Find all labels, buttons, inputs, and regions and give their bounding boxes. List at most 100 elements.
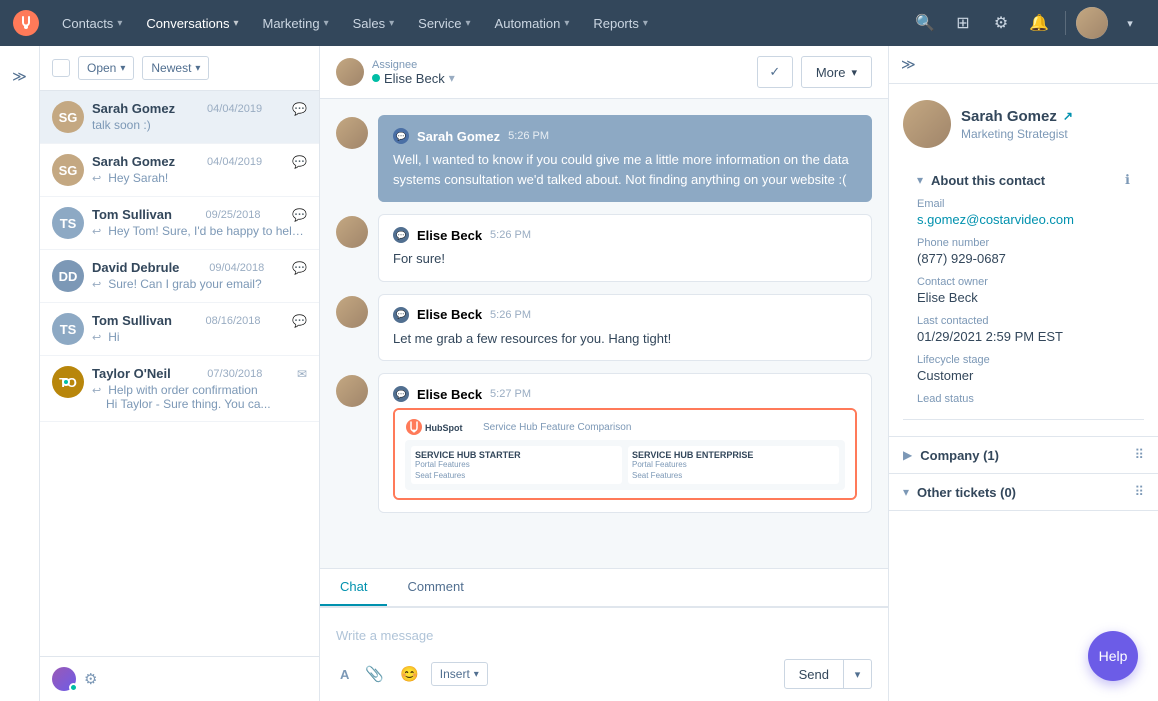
help-button[interactable]: Help: [1088, 631, 1138, 681]
notifications-icon[interactable]: 🔔: [1023, 7, 1055, 39]
more-chevron-icon: ▾: [851, 66, 857, 79]
conversation-tabs: Chat Comment: [320, 568, 888, 607]
email-label: Email: [917, 198, 1130, 210]
lifecycle-label: Lifecycle stage: [917, 354, 1130, 366]
bottom-settings-bar: ⚙: [40, 656, 319, 701]
message-avatar-elise-2: [336, 296, 368, 328]
sidebar-toggle-panel: ≫: [0, 46, 40, 701]
conv-snippet: Hey Tom! Sure, I'd be happy to help you …: [108, 224, 307, 238]
reply-icon: ↩: [92, 278, 101, 291]
newest-filter-button[interactable]: Newest ▾: [142, 56, 209, 80]
tab-comment[interactable]: Comment: [387, 569, 483, 606]
check-button[interactable]: ✓: [757, 56, 793, 88]
open-filter-button[interactable]: Open ▾: [78, 56, 134, 80]
msg-sender-elise-1: Elise Beck: [417, 228, 482, 243]
conv-item-sarah-2[interactable]: SG Sarah Gomez 04/04/2019 💬 ↩ Hey Sarah!: [40, 144, 319, 197]
conv-item-sarah-1[interactable]: SG Sarah Gomez 04/04/2019 💬 talk soon :): [40, 91, 319, 144]
send-button-group: Send ▾: [784, 659, 872, 689]
nav-contacts[interactable]: Contacts ▾: [52, 12, 132, 35]
conv-avatar: DD: [52, 260, 84, 292]
msg-sender-sarah: Sarah Gomez: [417, 129, 500, 144]
conv-snippet-2: Hi Taylor - Sure thing. You ca...: [92, 397, 307, 411]
conv-name: Tom Sullivan: [92, 313, 172, 328]
nav-reports[interactable]: Reports ▾: [583, 12, 658, 35]
about-section-title: About this contact: [931, 173, 1117, 188]
nav-action-icons: 🔍 ⊞ ⚙ 🔔 ▾: [909, 7, 1146, 39]
nav-service[interactable]: Service ▾: [408, 12, 480, 35]
nav-marketing[interactable]: Marketing ▾: [252, 12, 338, 35]
card-enterprise-col: Seat Features: [632, 471, 835, 480]
conv-item-tom-2[interactable]: TS Tom Sullivan 08/16/2018 💬 ↩ Hi: [40, 303, 319, 356]
tab-chat[interactable]: Chat: [320, 569, 387, 606]
conv-item-taylor[interactable]: TO Taylor O'Neil 07/30/2018 ✉ ↩ Help wit…: [40, 356, 319, 422]
conv-list-header: Open ▾ Newest ▾: [40, 46, 319, 91]
contact-name[interactable]: Sarah Gomez ↗: [961, 108, 1073, 125]
assignee-name-value[interactable]: Elise Beck ▾: [372, 71, 455, 86]
conv-name: Taylor O'Neil: [92, 366, 171, 381]
email-detail: Email s.gomez@costarvideo.com: [917, 198, 1130, 227]
phone-label: Phone number: [917, 237, 1130, 249]
conversations-list-panel: Open ▾ Newest ▾ SG Sarah Gomez 04/04/201…: [40, 46, 320, 701]
collapse-sidebar-button[interactable]: ≫: [6, 62, 34, 90]
compose-input[interactable]: Write a message: [336, 620, 872, 651]
right-panel-toggle: ≫: [889, 46, 1158, 84]
company-chevron-right-icon: ▶: [903, 448, 912, 462]
conv-date: 08/16/2018: [205, 315, 260, 327]
conversation-header: Assignee Elise Beck ▾ ✓ More ▾: [320, 46, 888, 99]
conv-item-david[interactable]: DD David Debrule 09/04/2018 💬 ↩ Sure! Ca…: [40, 250, 319, 303]
about-section-header[interactable]: ▾ About this contact ℹ: [903, 162, 1144, 198]
message-bubble-sarah: 💬 Sarah Gomez 5:26 PM Well, I wanted to …: [378, 115, 872, 202]
marketplace-icon[interactable]: ⊞: [947, 7, 979, 39]
attachment-icon[interactable]: 📎: [361, 661, 388, 687]
emoji-icon[interactable]: 😊: [396, 661, 423, 687]
external-link-icon[interactable]: ↗: [1063, 109, 1073, 123]
message-bubble-elise-2: 💬 Elise Beck 5:26 PM Let me grab a few r…: [378, 294, 872, 362]
hubspot-logo[interactable]: [12, 9, 40, 37]
msg-text-1: Well, I wanted to know if you could give…: [393, 150, 857, 189]
expand-right-panel-icon[interactable]: ≫: [901, 56, 916, 73]
conv-name: Sarah Gomez: [92, 101, 175, 116]
conv-item-tom-1[interactable]: TS Tom Sullivan 09/25/2018 💬 ↩ Hey Tom! …: [40, 197, 319, 250]
settings-gear-icon[interactable]: ⚙: [84, 670, 97, 688]
other-tickets-section-header[interactable]: ▾ Other tickets (0) ⠿: [889, 474, 1158, 510]
lifecycle-detail: Lifecycle stage Customer: [917, 354, 1130, 383]
nav-automation[interactable]: Automation ▾: [485, 12, 580, 35]
insert-button[interactable]: Insert ▾: [431, 662, 488, 686]
email-value[interactable]: s.gomez@costarvideo.com: [917, 212, 1130, 227]
settings-icon[interactable]: ⚙: [985, 7, 1017, 39]
msg-time-2: 5:26 PM: [490, 229, 531, 241]
about-info-icon[interactable]: ℹ: [1125, 172, 1130, 188]
lead-status-label: Lead status: [917, 393, 1130, 405]
tickets-section-title: Other tickets (0): [917, 485, 1126, 500]
conv-name: Tom Sullivan: [92, 207, 172, 222]
automation-chevron-icon: ▾: [564, 18, 569, 29]
online-status-dot: [62, 378, 70, 386]
msg-time-3: 5:26 PM: [490, 309, 531, 321]
send-dropdown-button[interactable]: ▾: [844, 659, 872, 689]
assignee-dropdown-icon: ▾: [449, 71, 455, 85]
company-section-header[interactable]: ▶ Company (1) ⠿: [889, 437, 1158, 473]
bold-text-icon[interactable]: A: [336, 663, 353, 686]
nav-conversations[interactable]: Conversations ▾: [136, 12, 248, 35]
select-all-checkbox[interactable]: [52, 59, 70, 77]
conv-comment-icon: 💬: [292, 155, 307, 169]
reports-chevron-icon: ▾: [643, 18, 648, 29]
assignee-section: Assignee Elise Beck ▾: [336, 58, 455, 86]
send-button[interactable]: Send: [784, 659, 844, 689]
message-avatar-elise-1: [336, 216, 368, 248]
conv-avatar: TS: [52, 313, 84, 345]
conv-comment-icon: 💬: [292, 208, 307, 222]
reply-icon: ↩: [92, 172, 101, 185]
conversation-detail-panel: Assignee Elise Beck ▾ ✓ More ▾: [320, 46, 888, 701]
account-chevron-icon[interactable]: ▾: [1114, 7, 1146, 39]
msg-time-1: 5:26 PM: [508, 130, 549, 142]
nav-divider: [1065, 11, 1066, 35]
assignee-label: Assignee: [372, 59, 455, 71]
more-button[interactable]: More ▾: [801, 56, 872, 88]
search-icon[interactable]: 🔍: [909, 7, 941, 39]
reply-icon: ↩: [92, 331, 101, 344]
nav-sales[interactable]: Sales ▾: [343, 12, 405, 35]
user-online-dot: [69, 683, 78, 692]
conv-comment-icon: 💬: [292, 102, 307, 116]
user-avatar[interactable]: [1076, 7, 1108, 39]
